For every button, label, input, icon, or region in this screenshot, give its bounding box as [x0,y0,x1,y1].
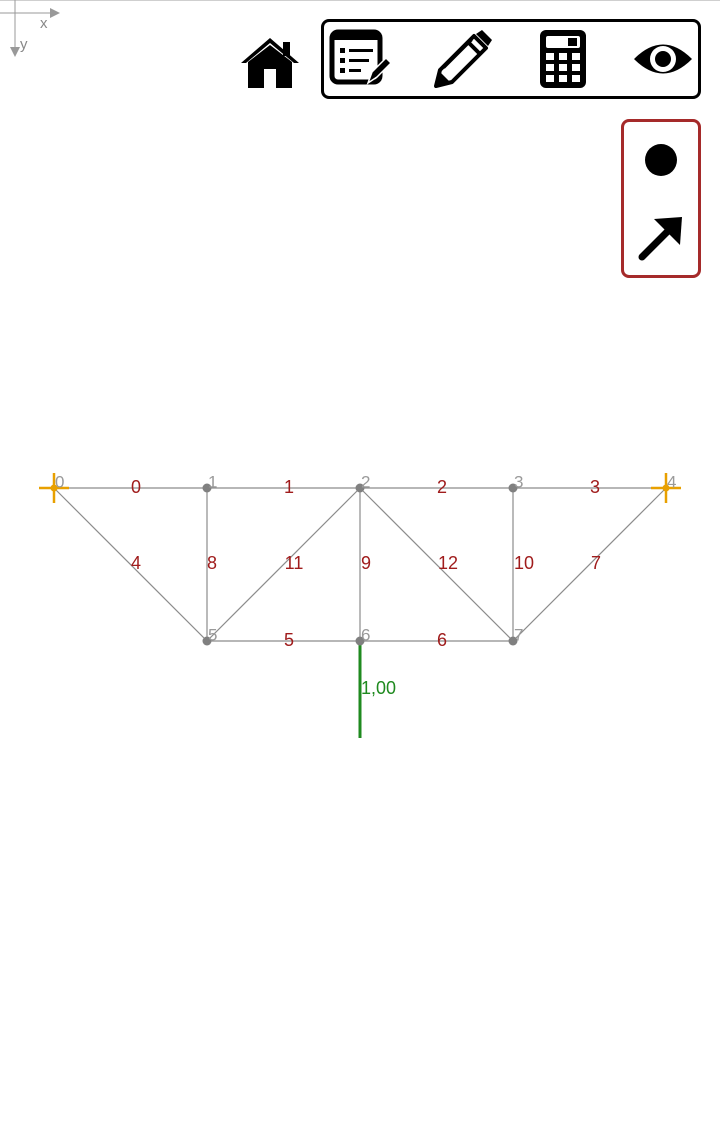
member-label: 11 [285,553,304,573]
node-label: 6 [361,625,370,644]
node-label: 5 [208,625,217,644]
node-label: 0 [55,472,64,491]
member-label: 9 [361,553,371,573]
member-label: 2 [437,477,447,497]
member-label: 5 [284,630,294,650]
member-label: 12 [438,553,458,573]
truss-member[interactable] [359,487,514,642]
member-label: 4 [131,553,141,573]
load-value-label: 1,00 [361,678,396,698]
member-label: 3 [590,477,600,497]
truss-canvas[interactable]: 0 1 2 345 678 9 1011 121,000 1 2 3 45 6 7 [0,0,720,1130]
member-label: 7 [591,553,601,573]
member-label: 1 [284,477,294,497]
labels-layer: 0 1 2 345 678 9 1011 121,000 1 2 3 45 6 7 [55,472,676,697]
node-label: 1 [208,472,217,491]
member-label: 10 [514,553,534,573]
node-label: 3 [514,472,523,491]
member-label: 0 [131,477,141,497]
node-label: 4 [667,472,676,491]
node-label: 2 [361,472,370,491]
truss-member[interactable] [206,487,361,642]
member-label: 6 [437,630,447,650]
member-label: 8 [207,553,217,573]
node-label: 7 [514,625,523,644]
truss-member[interactable] [512,487,667,642]
